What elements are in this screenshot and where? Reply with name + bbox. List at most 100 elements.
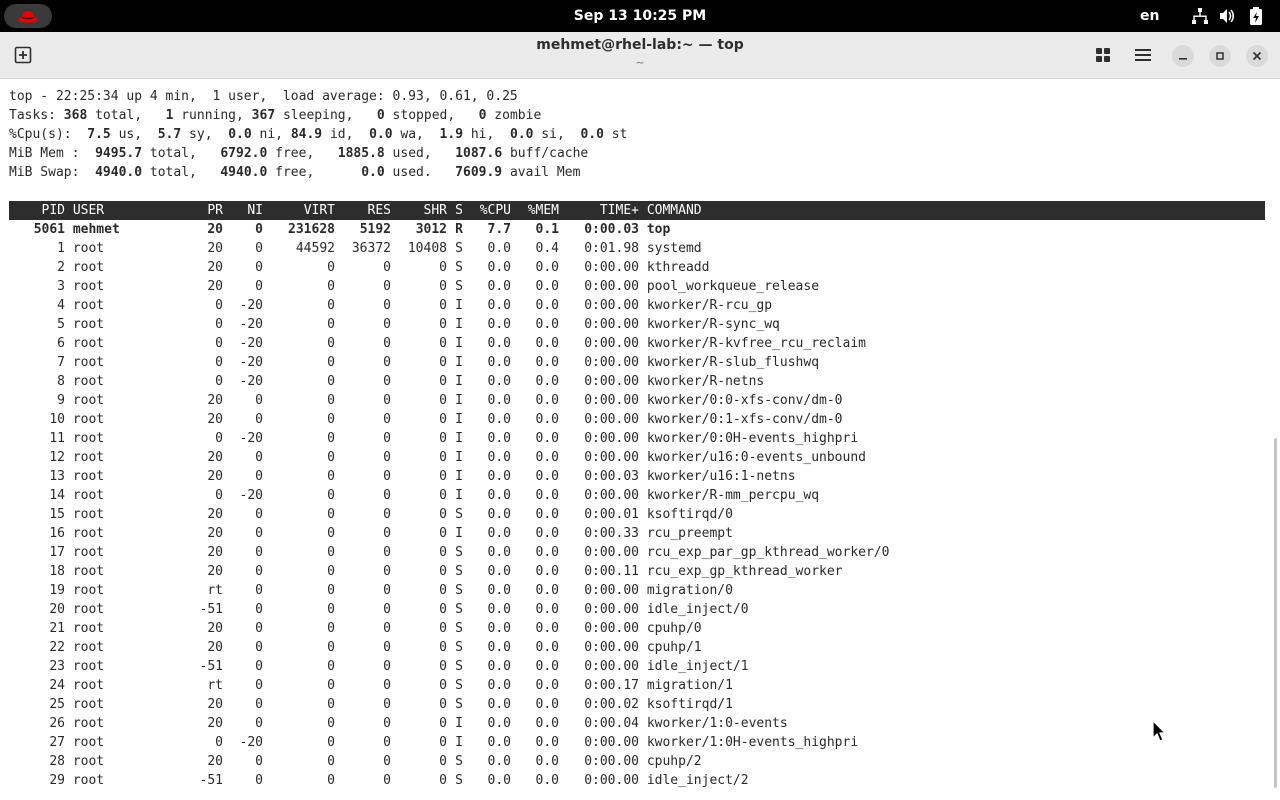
cell-user: root xyxy=(72,355,105,370)
cell-cmd: kworker/0:1-xfs-conv/dm-0 xyxy=(646,412,843,427)
cell-mem: 0.0 xyxy=(535,773,559,788)
cell-virt: 231628 xyxy=(288,222,335,237)
process-row: 10 root 20 0 0 0 0 I 0.0 0.0 0:00.00 kworker/0:1-… xyxy=(9,410,1265,429)
cell-cpu: 0.0 xyxy=(487,697,511,712)
close-button[interactable] xyxy=(1246,45,1268,67)
cell-ni: -20 xyxy=(239,336,263,351)
cell-pid: 28 xyxy=(49,754,65,769)
cell-virt: 0 xyxy=(327,355,335,370)
cell-cpu: 0.0 xyxy=(487,336,511,351)
cell-s: S xyxy=(455,640,463,655)
cell-mem: 0.0 xyxy=(535,374,559,389)
cell-cmd: kworker/R-netns xyxy=(646,374,765,389)
cell-mem: 0.0 xyxy=(535,735,559,750)
cell-ni: -20 xyxy=(239,431,263,446)
terminal-output[interactable]: top - 22:25:34 up 4 min, 1 user, load av… xyxy=(9,87,1265,790)
cell-res: 0 xyxy=(383,317,391,332)
cell-shr: 0 xyxy=(439,621,447,636)
cell-res: 0 xyxy=(383,355,391,370)
cell-user: root xyxy=(72,298,105,313)
cell-virt: 0 xyxy=(327,431,335,446)
cell-cmd: migration/0 xyxy=(646,583,733,598)
cell-virt: 0 xyxy=(327,317,335,332)
cell-pr: 20 xyxy=(207,260,223,275)
cell-time: 0:00.03 xyxy=(584,469,639,484)
main-menu-button[interactable] xyxy=(1132,44,1154,66)
cell-shr: 0 xyxy=(439,659,447,674)
cell-shr: 0 xyxy=(439,336,447,351)
cell-virt: 0 xyxy=(327,469,335,484)
cell-time: 0:00.00 xyxy=(584,602,639,617)
cell-cpu: 0.0 xyxy=(487,298,511,313)
tab-overview-button[interactable] xyxy=(1092,44,1114,66)
cell-shr: 0 xyxy=(439,317,447,332)
cell-pr: rt xyxy=(207,678,223,693)
cell-mem: 0.0 xyxy=(535,393,559,408)
cell-time: 0:00.00 xyxy=(584,621,639,636)
cell-time: 0:00.00 xyxy=(584,279,639,294)
window-title: mehmet@rhel-lab:~ — top xyxy=(536,37,744,53)
process-row: 25 root 20 0 0 0 0 S 0.0 0.0 0:00.02 ksoftirqd/1 xyxy=(9,695,1265,714)
cell-virt: 0 xyxy=(327,640,335,655)
cell-cmd: kworker/R-rcu_gp xyxy=(646,298,773,313)
process-row: 7 root 0 -20 0 0 0 I 0.0 0.0 0:00.00 kworker/R-sl… xyxy=(9,353,1265,372)
cell-user: root xyxy=(72,488,105,503)
volume-icon[interactable] xyxy=(1217,6,1237,26)
cell-time: 0:00.02 xyxy=(584,697,639,712)
battery-icon[interactable] xyxy=(1246,6,1266,26)
minimize-button[interactable] xyxy=(1172,45,1194,67)
cell-pid: 7 xyxy=(57,355,65,370)
clock[interactable]: Sep 13 10:25 PM xyxy=(0,0,1280,32)
cell-mem: 0.0 xyxy=(535,621,559,636)
cell-pid: 23 xyxy=(49,659,65,674)
cell-pid: 5 xyxy=(57,317,65,332)
cell-cpu: 0.0 xyxy=(487,450,511,465)
process-row: 8 root 0 -20 0 0 0 I 0.0 0.0 0:00.00 kworker/R-ne… xyxy=(9,372,1265,391)
cell-s: S xyxy=(455,564,463,579)
cell-cpu: 0.0 xyxy=(487,393,511,408)
process-row: 29 root -51 0 0 0 0 S 0.0 0.0 0:00.00 idle_inject… xyxy=(9,771,1265,790)
cell-mem: 0.0 xyxy=(535,488,559,503)
cell-s: S xyxy=(455,241,463,256)
cell-pr: 20 xyxy=(207,469,223,484)
cell-ni: 0 xyxy=(255,450,263,465)
cell-res: 0 xyxy=(383,621,391,636)
cell-virt: 0 xyxy=(327,602,335,617)
maximize-icon xyxy=(1216,52,1224,60)
network-icon[interactable] xyxy=(1190,6,1210,26)
cell-cpu: 0.0 xyxy=(487,355,511,370)
cell-time: 0:00.00 xyxy=(584,450,639,465)
language-indicator[interactable]: en xyxy=(1140,0,1159,32)
cell-cpu: 0.0 xyxy=(487,526,511,541)
cell-mem: 0.0 xyxy=(535,697,559,712)
process-row: 17 root 20 0 0 0 0 S 0.0 0.0 0:00.00 rcu_exp_par_… xyxy=(9,543,1265,562)
cell-time: 0:00.03 xyxy=(584,222,639,237)
cell-res: 5192 xyxy=(359,222,391,237)
cell-s: I xyxy=(455,393,463,408)
cell-user: root xyxy=(72,260,105,275)
cell-res: 0 xyxy=(383,526,391,541)
cell-pr: 20 xyxy=(207,697,223,712)
cell-time: 0:00.11 xyxy=(584,564,639,579)
summary-tasks: Tasks: 368 total, 1 running, 367 sleepin… xyxy=(9,108,542,123)
terminal-scrollbar[interactable] xyxy=(1274,438,1277,788)
cell-user: root xyxy=(72,716,105,731)
cell-pr: 0 xyxy=(215,374,223,389)
cell-s: S xyxy=(455,602,463,617)
cell-time: 0:00.04 xyxy=(584,716,639,731)
hamburger-menu-icon xyxy=(1135,49,1151,61)
cell-pr: 0 xyxy=(215,355,223,370)
cell-time: 0:00.00 xyxy=(584,659,639,674)
cell-user: root xyxy=(72,317,105,332)
summary-cpu: %Cpu(s): 7.5 us, 5.7 sy, 0.0 ni, 84.9 id… xyxy=(9,127,628,142)
cell-pid: 13 xyxy=(49,469,65,484)
cell-user: root xyxy=(72,564,105,579)
cell-cpu: 0.0 xyxy=(487,754,511,769)
cell-pr: 20 xyxy=(207,621,223,636)
cell-res: 0 xyxy=(383,279,391,294)
cell-shr: 0 xyxy=(439,355,447,370)
cell-s: R xyxy=(455,222,463,237)
cell-mem: 0.0 xyxy=(535,336,559,351)
cell-mem: 0.0 xyxy=(535,716,559,731)
maximize-button[interactable] xyxy=(1209,45,1231,67)
